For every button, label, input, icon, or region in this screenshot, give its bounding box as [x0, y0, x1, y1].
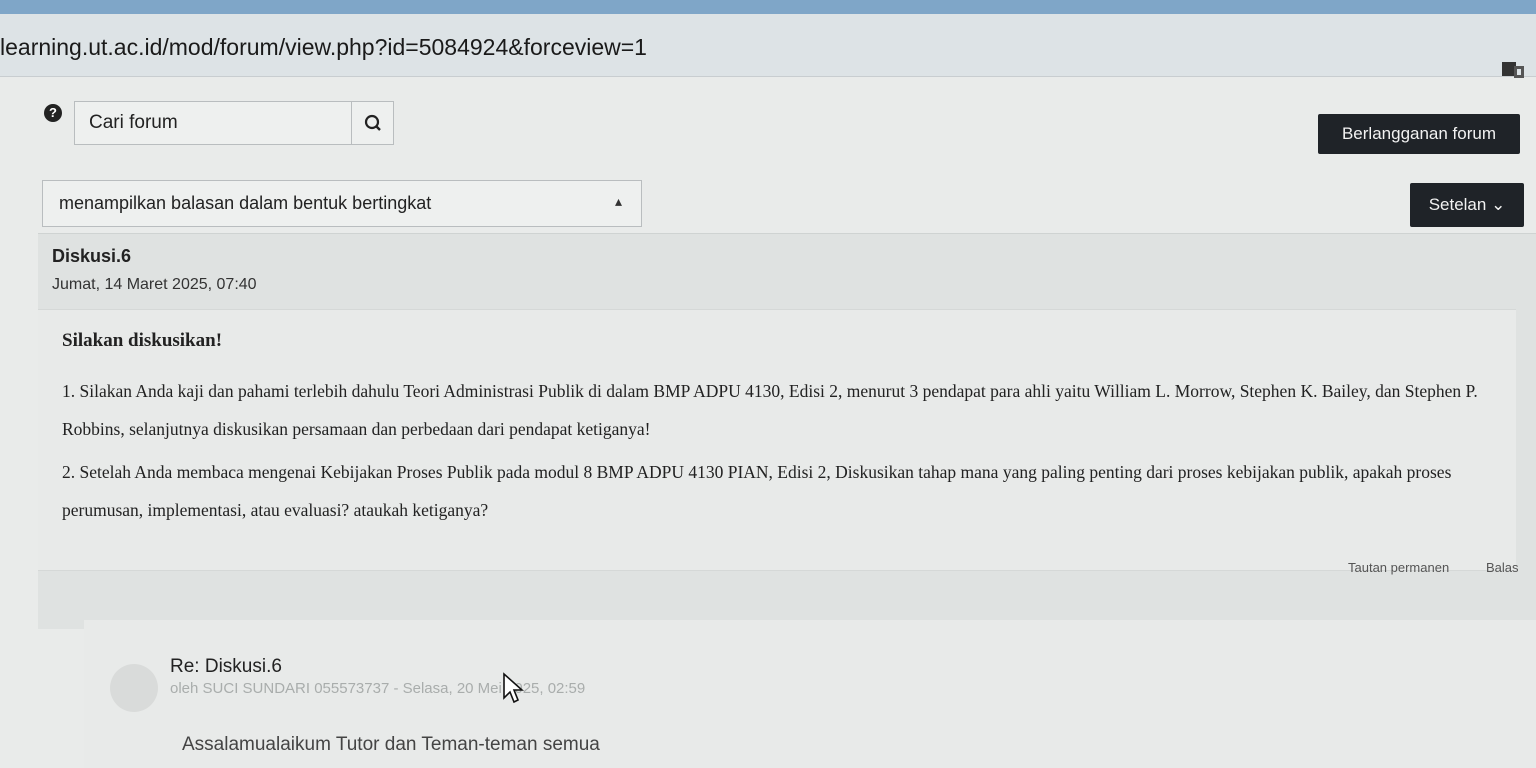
search-icon	[364, 114, 381, 131]
select-arrows-icon: ▴	[615, 193, 623, 209]
mouse-cursor-icon	[503, 672, 524, 704]
display-mode-select[interactable]: menampilkan balasan dalam bentuk berting…	[42, 180, 642, 227]
avatar[interactable]	[110, 664, 158, 712]
extension-icon[interactable]	[1500, 56, 1526, 82]
forum-search	[74, 101, 394, 145]
browser-top-strip	[0, 0, 1536, 14]
address-bar[interactable]: learning.ut.ac.id/mod/forum/view.php?id=…	[0, 14, 1536, 78]
display-mode-value: menampilkan balasan dalam bentuk berting…	[59, 193, 432, 213]
permalink-link[interactable]: Tautan permanen	[1348, 560, 1449, 575]
post-paragraph-1: 1. Silakan Anda kaji dan pahami terlebih…	[62, 381, 1478, 439]
reply-title: Re: Diskusi.6	[170, 656, 282, 677]
url-text[interactable]: learning.ut.ac.id/mod/forum/view.php?id=…	[0, 34, 647, 61]
post-paragraph-2: 2. Setelah Anda membaca mengenai Kebijak…	[62, 462, 1452, 520]
discussion-post: Diskusi.6 Jumat, 14 Maret 2025, 07:40 Si…	[38, 233, 1536, 629]
post-content: Silakan diskusikan! 1. Silakan Anda kaji…	[38, 309, 1516, 571]
reply-link[interactable]: Balas	[1486, 560, 1519, 575]
subscribe-forum-button[interactable]: Berlangganan forum	[1318, 114, 1520, 154]
question-circle-icon[interactable]: ?	[44, 104, 62, 122]
reply-post: Re: Diskusi.6 oleh SUCI SUNDARI 05557373…	[84, 620, 1536, 768]
reply-body: Assalamualaikum Tutor dan Teman-teman se…	[182, 734, 600, 755]
search-input[interactable]	[75, 102, 351, 144]
post-heading: Silakan diskusikan!	[62, 330, 223, 351]
search-button[interactable]	[351, 102, 394, 144]
post-title: Diskusi.6	[52, 246, 132, 266]
post-date: Jumat, 14 Maret 2025, 07:40	[52, 276, 257, 293]
settings-button[interactable]: Setelan ⌄	[1410, 183, 1524, 227]
